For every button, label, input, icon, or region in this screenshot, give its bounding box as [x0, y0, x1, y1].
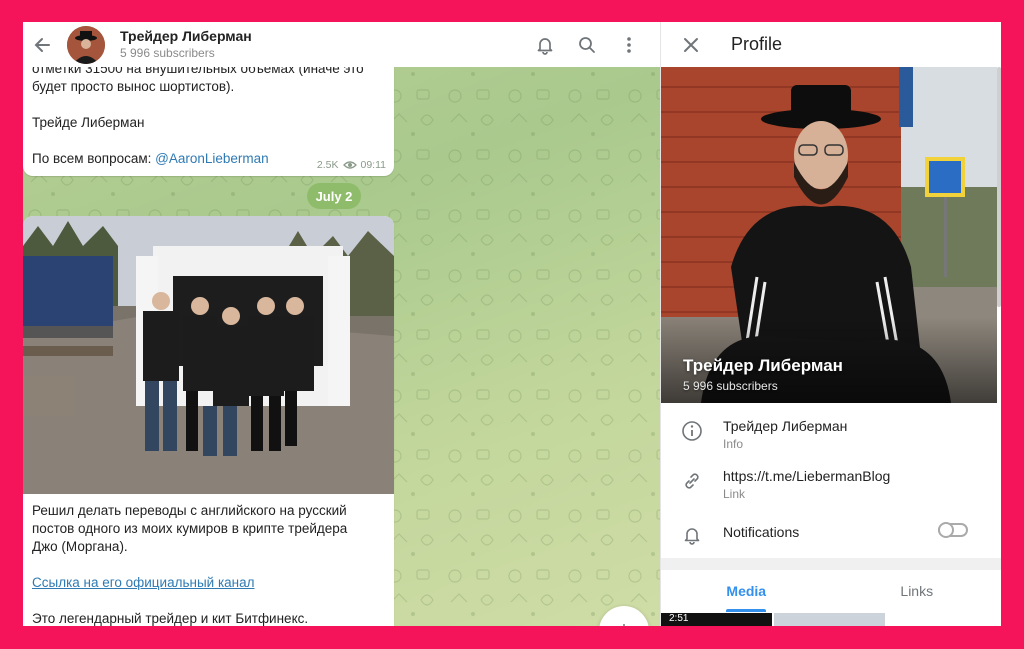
notifications-row[interactable]: Notifications: [661, 521, 997, 546]
search-button[interactable]: [576, 34, 598, 56]
media-grid: 2:51: [661, 613, 1001, 626]
link-row[interactable]: https://t.me/LiebermanBlog Link: [661, 467, 997, 503]
bell-icon: [684, 528, 700, 545]
message-bubble[interactable]: Решил делать переводы с английского на р…: [23, 216, 394, 626]
section-divider: [661, 558, 1001, 570]
avatar-image: [67, 25, 105, 64]
date-separator: July 2: [307, 183, 361, 209]
notifications-label: Notifications: [723, 524, 800, 540]
close-profile-button[interactable]: [661, 22, 721, 67]
message-text-line: Джо (Моргана).: [32, 539, 128, 554]
link-label: Link: [723, 487, 746, 501]
mention-link[interactable]: @AaronLieberman: [155, 151, 269, 166]
chat-header: Трейдер Либерман 5 996 subscribers: [23, 22, 660, 67]
media-thumb[interactable]: [774, 613, 885, 626]
message-meta: 2.5K 09:11: [317, 159, 386, 171]
message-contact-prefix: По всем вопросам:: [32, 151, 156, 166]
media-tabs: Media Links: [661, 570, 1001, 612]
app-frame: Трейдер Либерман 5 996 subscribers отмет…: [23, 22, 1001, 626]
info-icon: [682, 421, 702, 441]
message-time: 09:11: [360, 159, 387, 171]
tab-links[interactable]: Links: [832, 570, 1002, 612]
search-icon: [579, 36, 595, 53]
info-row[interactable]: Трейдер Либерман Info: [661, 417, 997, 453]
bell-icon: [537, 37, 553, 55]
profile-header: Profile: [661, 22, 1001, 67]
message-text-line: постов одного из моих кумиров в крипте т…: [32, 521, 348, 536]
message-text-line: будет просто вынос шортистов).: [32, 79, 235, 94]
eye-icon: [342, 161, 357, 169]
profile-pane: Profile Трейдер Либерман 5 996 subscribe…: [660, 22, 1001, 626]
tab-media[interactable]: Media: [661, 570, 832, 612]
video-duration: 2:51: [669, 613, 689, 624]
profile-scrollbar[interactable]: [997, 67, 1001, 307]
channel-avatar[interactable]: [67, 25, 105, 64]
notifications-toggle[interactable]: [938, 522, 968, 538]
link-value[interactable]: https://t.me/LiebermanBlog: [723, 467, 890, 485]
info-label: Info: [723, 437, 744, 451]
message-text-line: Решил делать переводы с английского на р…: [32, 503, 347, 518]
message-text-line: Это легендарный трейдер и кит Битфинекс.: [32, 611, 309, 626]
back-button[interactable]: [23, 22, 63, 67]
more-button[interactable]: [618, 34, 640, 56]
profile-cover[interactable]: Трейдер Либерман 5 996 subscribers: [661, 67, 997, 403]
plus-icon: [623, 624, 625, 626]
profile-title: Profile: [731, 34, 783, 54]
arrow-left-icon: [34, 37, 50, 52]
toggle-knob: [938, 522, 954, 538]
channel-subscribers: 5 996 subscribers: [120, 46, 215, 60]
close-icon: [684, 37, 698, 52]
view-count: 2.5K: [316, 159, 339, 171]
message-photo[interactable]: [23, 216, 394, 494]
group-photo-image: [23, 216, 394, 494]
media-thumb[interactable]: 2:51: [661, 613, 772, 626]
more-vertical-icon: [627, 36, 631, 53]
message-bubble[interactable]: отметки 31500 на внушительных объемах (и…: [23, 50, 394, 176]
chat-pane: Трейдер Либерман 5 996 subscribers отмет…: [23, 22, 660, 626]
mute-button[interactable]: [534, 34, 556, 56]
profile-name: Трейдер Либерман: [683, 356, 843, 375]
profile-photo-image: [661, 67, 997, 403]
link-icon: [685, 473, 699, 489]
info-value: Трейдер Либерман: [723, 418, 848, 434]
channel-title[interactable]: Трейдер Либерман: [120, 28, 252, 45]
profile-subscribers: 5 996 subscribers: [683, 379, 778, 393]
channel-link[interactable]: Ссылка на его официальный канал: [32, 575, 255, 590]
message-signature: Трейде Либерман: [32, 115, 145, 130]
